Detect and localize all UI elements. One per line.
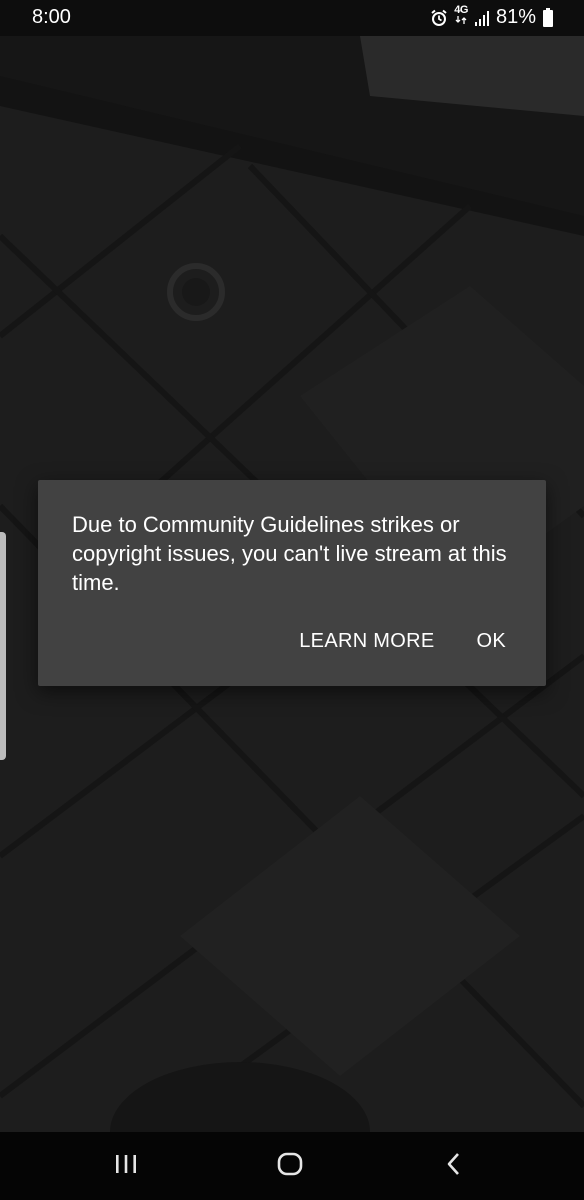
battery-percent: 81% xyxy=(495,6,536,28)
recents-icon xyxy=(114,1153,138,1180)
learn-more-button[interactable]: LEARN MORE xyxy=(289,626,444,657)
dialog-message: Due to Community Guidelines strikes or c… xyxy=(72,512,507,595)
status-bar: 8:00 4G 81% xyxy=(0,0,584,36)
signal-icon xyxy=(474,10,490,26)
dialog-actions: LEARN MORE OK xyxy=(289,626,516,657)
navigation-bar xyxy=(0,1132,584,1200)
edge-panel-handle[interactable] xyxy=(0,532,6,760)
live-stream-screen: 8:00 4G 81% Due to Community Guidelines … xyxy=(0,0,584,1200)
home-icon xyxy=(277,1152,303,1181)
network-4g-icon: 4G xyxy=(454,5,468,24)
battery-icon xyxy=(542,7,554,28)
status-icons: 4G 81% xyxy=(430,5,554,29)
home-button[interactable] xyxy=(262,1148,318,1184)
status-time: 8:00 xyxy=(32,6,71,28)
alarm-icon xyxy=(430,9,448,27)
back-icon xyxy=(446,1152,462,1181)
live-stream-blocked-dialog: Due to Community Guidelines strikes or c… xyxy=(38,480,546,686)
recents-button[interactable] xyxy=(98,1148,154,1184)
ok-button[interactable]: OK xyxy=(467,626,517,657)
back-button[interactable] xyxy=(426,1148,482,1184)
